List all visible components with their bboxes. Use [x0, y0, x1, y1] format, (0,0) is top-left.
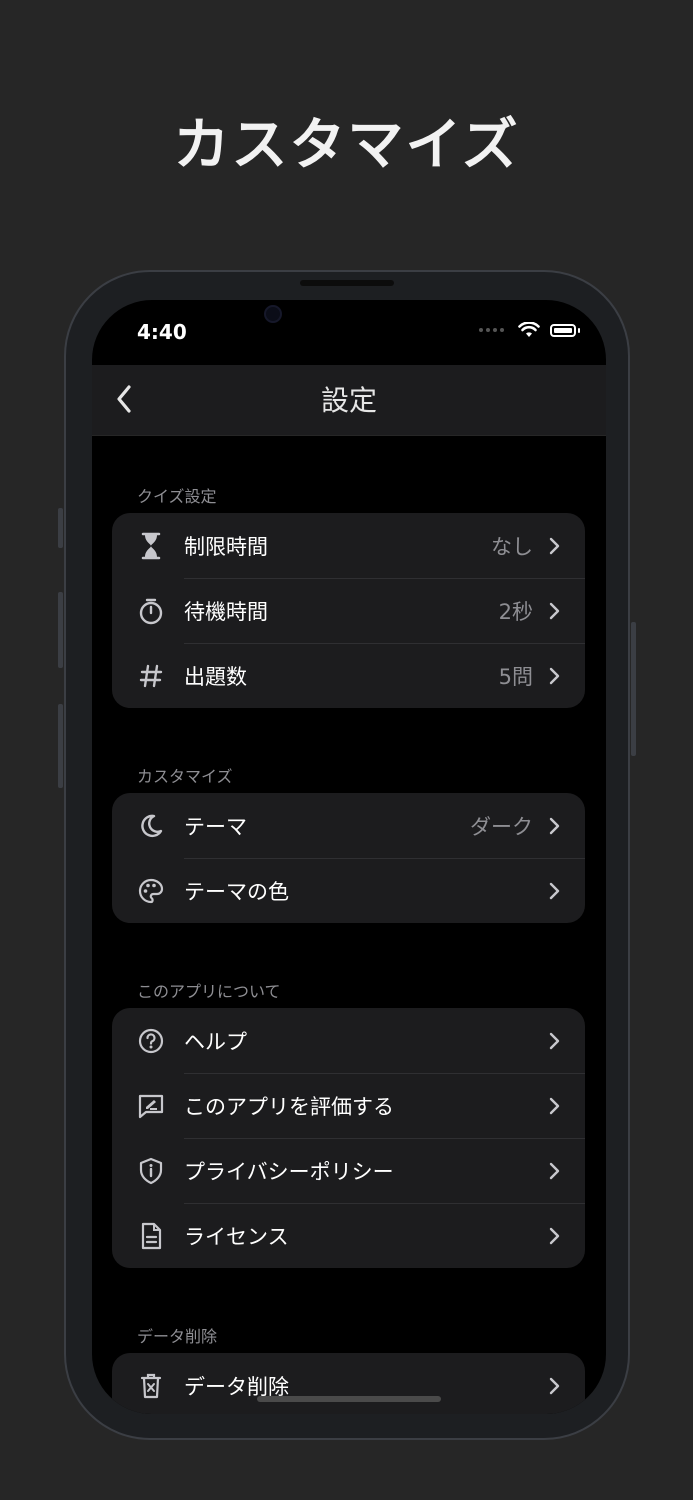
silent-switch	[58, 508, 63, 548]
group-customize: テーマ ダーク テーマの色	[112, 793, 585, 923]
row-theme-color[interactable]: テーマの色	[112, 858, 585, 923]
moon-icon	[136, 811, 166, 841]
row-privacy-policy[interactable]: プライバシーポリシー	[112, 1138, 585, 1203]
section-header-data-delete: データ削除	[137, 1327, 218, 1346]
phone-screen: 4:40 設定 クイズ設定 制限時間 なし 待機時間 2秒 出題数 5問 カスタ…	[92, 300, 606, 1414]
chevron-right-icon	[549, 1377, 560, 1394]
chevron-right-icon	[549, 817, 560, 834]
row-label: 待機時間	[184, 599, 268, 624]
status-time: 4:40	[137, 320, 187, 344]
signal-dots-icon	[479, 328, 504, 332]
row-label: このアプリを評価する	[184, 1094, 394, 1119]
wifi-icon	[518, 322, 540, 337]
row-theme[interactable]: テーマ ダーク	[112, 793, 585, 858]
nav-title: 設定	[320, 384, 377, 417]
row-value: 2秒	[498, 599, 533, 624]
group-data-delete: データ削除	[112, 1353, 585, 1414]
group-quiz-settings: 制限時間 なし 待機時間 2秒 出題数 5問	[112, 513, 585, 708]
hourglass-icon	[136, 531, 166, 561]
battery-cap	[578, 327, 580, 333]
chevron-right-icon	[549, 1032, 560, 1049]
chevron-right-icon	[549, 1162, 560, 1179]
section-header-quiz: クイズ設定	[137, 487, 217, 506]
row-delete-data[interactable]: データ削除	[112, 1353, 585, 1414]
battery-icon	[550, 323, 576, 337]
row-label: 制限時間	[184, 534, 268, 559]
chevron-right-icon	[549, 667, 560, 684]
chevron-right-icon	[549, 602, 560, 619]
chevron-right-icon	[549, 537, 560, 554]
review-icon	[136, 1091, 166, 1121]
row-label: テーマ	[184, 814, 247, 839]
row-label: ライセンス	[184, 1224, 289, 1249]
chevron-right-icon	[549, 1097, 560, 1114]
stopwatch-icon	[136, 596, 166, 626]
promo-headline: カスタマイズ	[173, 113, 520, 178]
row-rate-app[interactable]: このアプリを評価する	[112, 1073, 585, 1138]
navigation-bar: 設定	[92, 365, 606, 436]
volume-up-button	[58, 592, 63, 668]
chevron-right-icon	[549, 1227, 560, 1244]
row-value: なし	[491, 534, 533, 559]
palette-icon	[136, 876, 166, 906]
row-value: 5問	[498, 664, 533, 689]
status-icons	[479, 322, 580, 338]
row-time-limit[interactable]: 制限時間 なし	[112, 513, 585, 578]
row-label: ヘルプ	[184, 1029, 247, 1054]
row-question-count[interactable]: 出題数 5問	[112, 643, 585, 708]
row-wait-time[interactable]: 待機時間 2秒	[112, 578, 585, 643]
chevron-right-icon	[549, 882, 560, 899]
row-label: プライバシーポリシー	[184, 1159, 394, 1184]
row-value: ダーク	[470, 814, 533, 839]
volume-down-button	[58, 704, 63, 788]
document-icon	[136, 1221, 166, 1251]
section-header-customize: カスタマイズ	[137, 767, 233, 786]
front-camera	[264, 305, 282, 323]
home-indicator[interactable]	[257, 1396, 441, 1402]
shield-info-icon	[136, 1156, 166, 1186]
row-help[interactable]: ヘルプ	[112, 1008, 585, 1073]
hash-icon	[136, 661, 166, 691]
row-label: テーマの色	[184, 879, 289, 904]
trash-icon	[136, 1371, 166, 1401]
question-icon	[136, 1026, 166, 1056]
row-license[interactable]: ライセンス	[112, 1203, 585, 1268]
earpiece-speaker	[300, 280, 394, 286]
power-button	[631, 622, 636, 756]
section-header-about: このアプリについて	[137, 982, 281, 1001]
group-about: ヘルプ このアプリを評価する プライバシーポリシー ライセンス	[112, 1008, 585, 1268]
row-label: 出題数	[184, 664, 247, 689]
